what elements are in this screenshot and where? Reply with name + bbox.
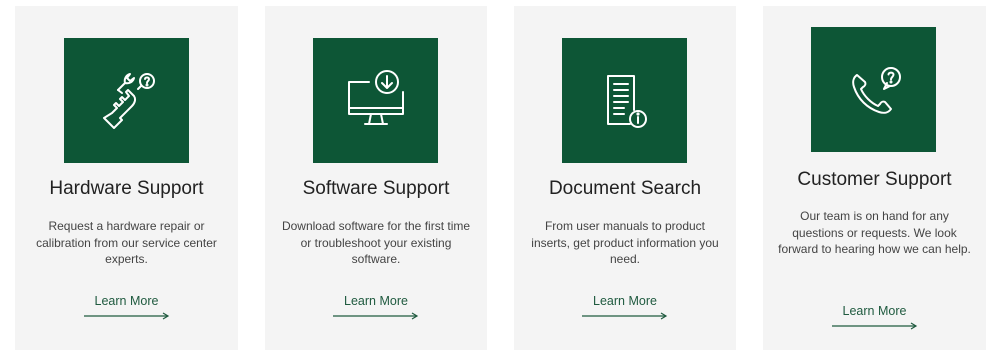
learn-more-link[interactable]: Learn More	[15, 294, 238, 320]
learn-more-label: Learn More	[344, 294, 408, 308]
learn-more-label: Learn More	[94, 294, 159, 308]
card-title: Software Support	[302, 178, 450, 199]
card-description: From user manuals to product inserts, ge…	[531, 219, 719, 266]
phone-support-icon	[811, 27, 936, 152]
learn-more-link[interactable]: Learn More	[265, 294, 487, 320]
card-title: Hardware Support	[49, 178, 204, 199]
arrow-right-icon	[582, 312, 668, 320]
learn-more-link[interactable]: Learn More	[763, 304, 986, 330]
card-title: Document Search	[548, 178, 702, 199]
customer-support-card: Customer Support Our team is on hand for…	[763, 6, 986, 350]
document-info-icon	[562, 38, 687, 163]
software-support-card: Software Support Download software for t…	[265, 6, 487, 350]
hardware-repair-icon	[64, 38, 189, 163]
arrow-right-icon	[831, 322, 917, 330]
card-title: Customer Support	[797, 169, 952, 190]
software-download-icon	[313, 38, 438, 163]
support-cards: Hardware Support Request a hardware repa…	[0, 0, 995, 351]
card-description: Download software for the first time or …	[281, 219, 471, 266]
card-description: Our team is on hand for any questions or…	[778, 209, 971, 256]
learn-more-label: Learn More	[593, 294, 657, 308]
hardware-support-card: Hardware Support Request a hardware repa…	[15, 6, 238, 350]
learn-more-link[interactable]: Learn More	[514, 294, 736, 320]
card-description: Request a hardware repair or calibration…	[36, 219, 217, 266]
document-search-card: Document Search From user manuals to pro…	[514, 6, 736, 350]
learn-more-label: Learn More	[842, 304, 907, 318]
arrow-right-icon	[333, 312, 419, 320]
arrow-right-icon	[83, 312, 169, 320]
